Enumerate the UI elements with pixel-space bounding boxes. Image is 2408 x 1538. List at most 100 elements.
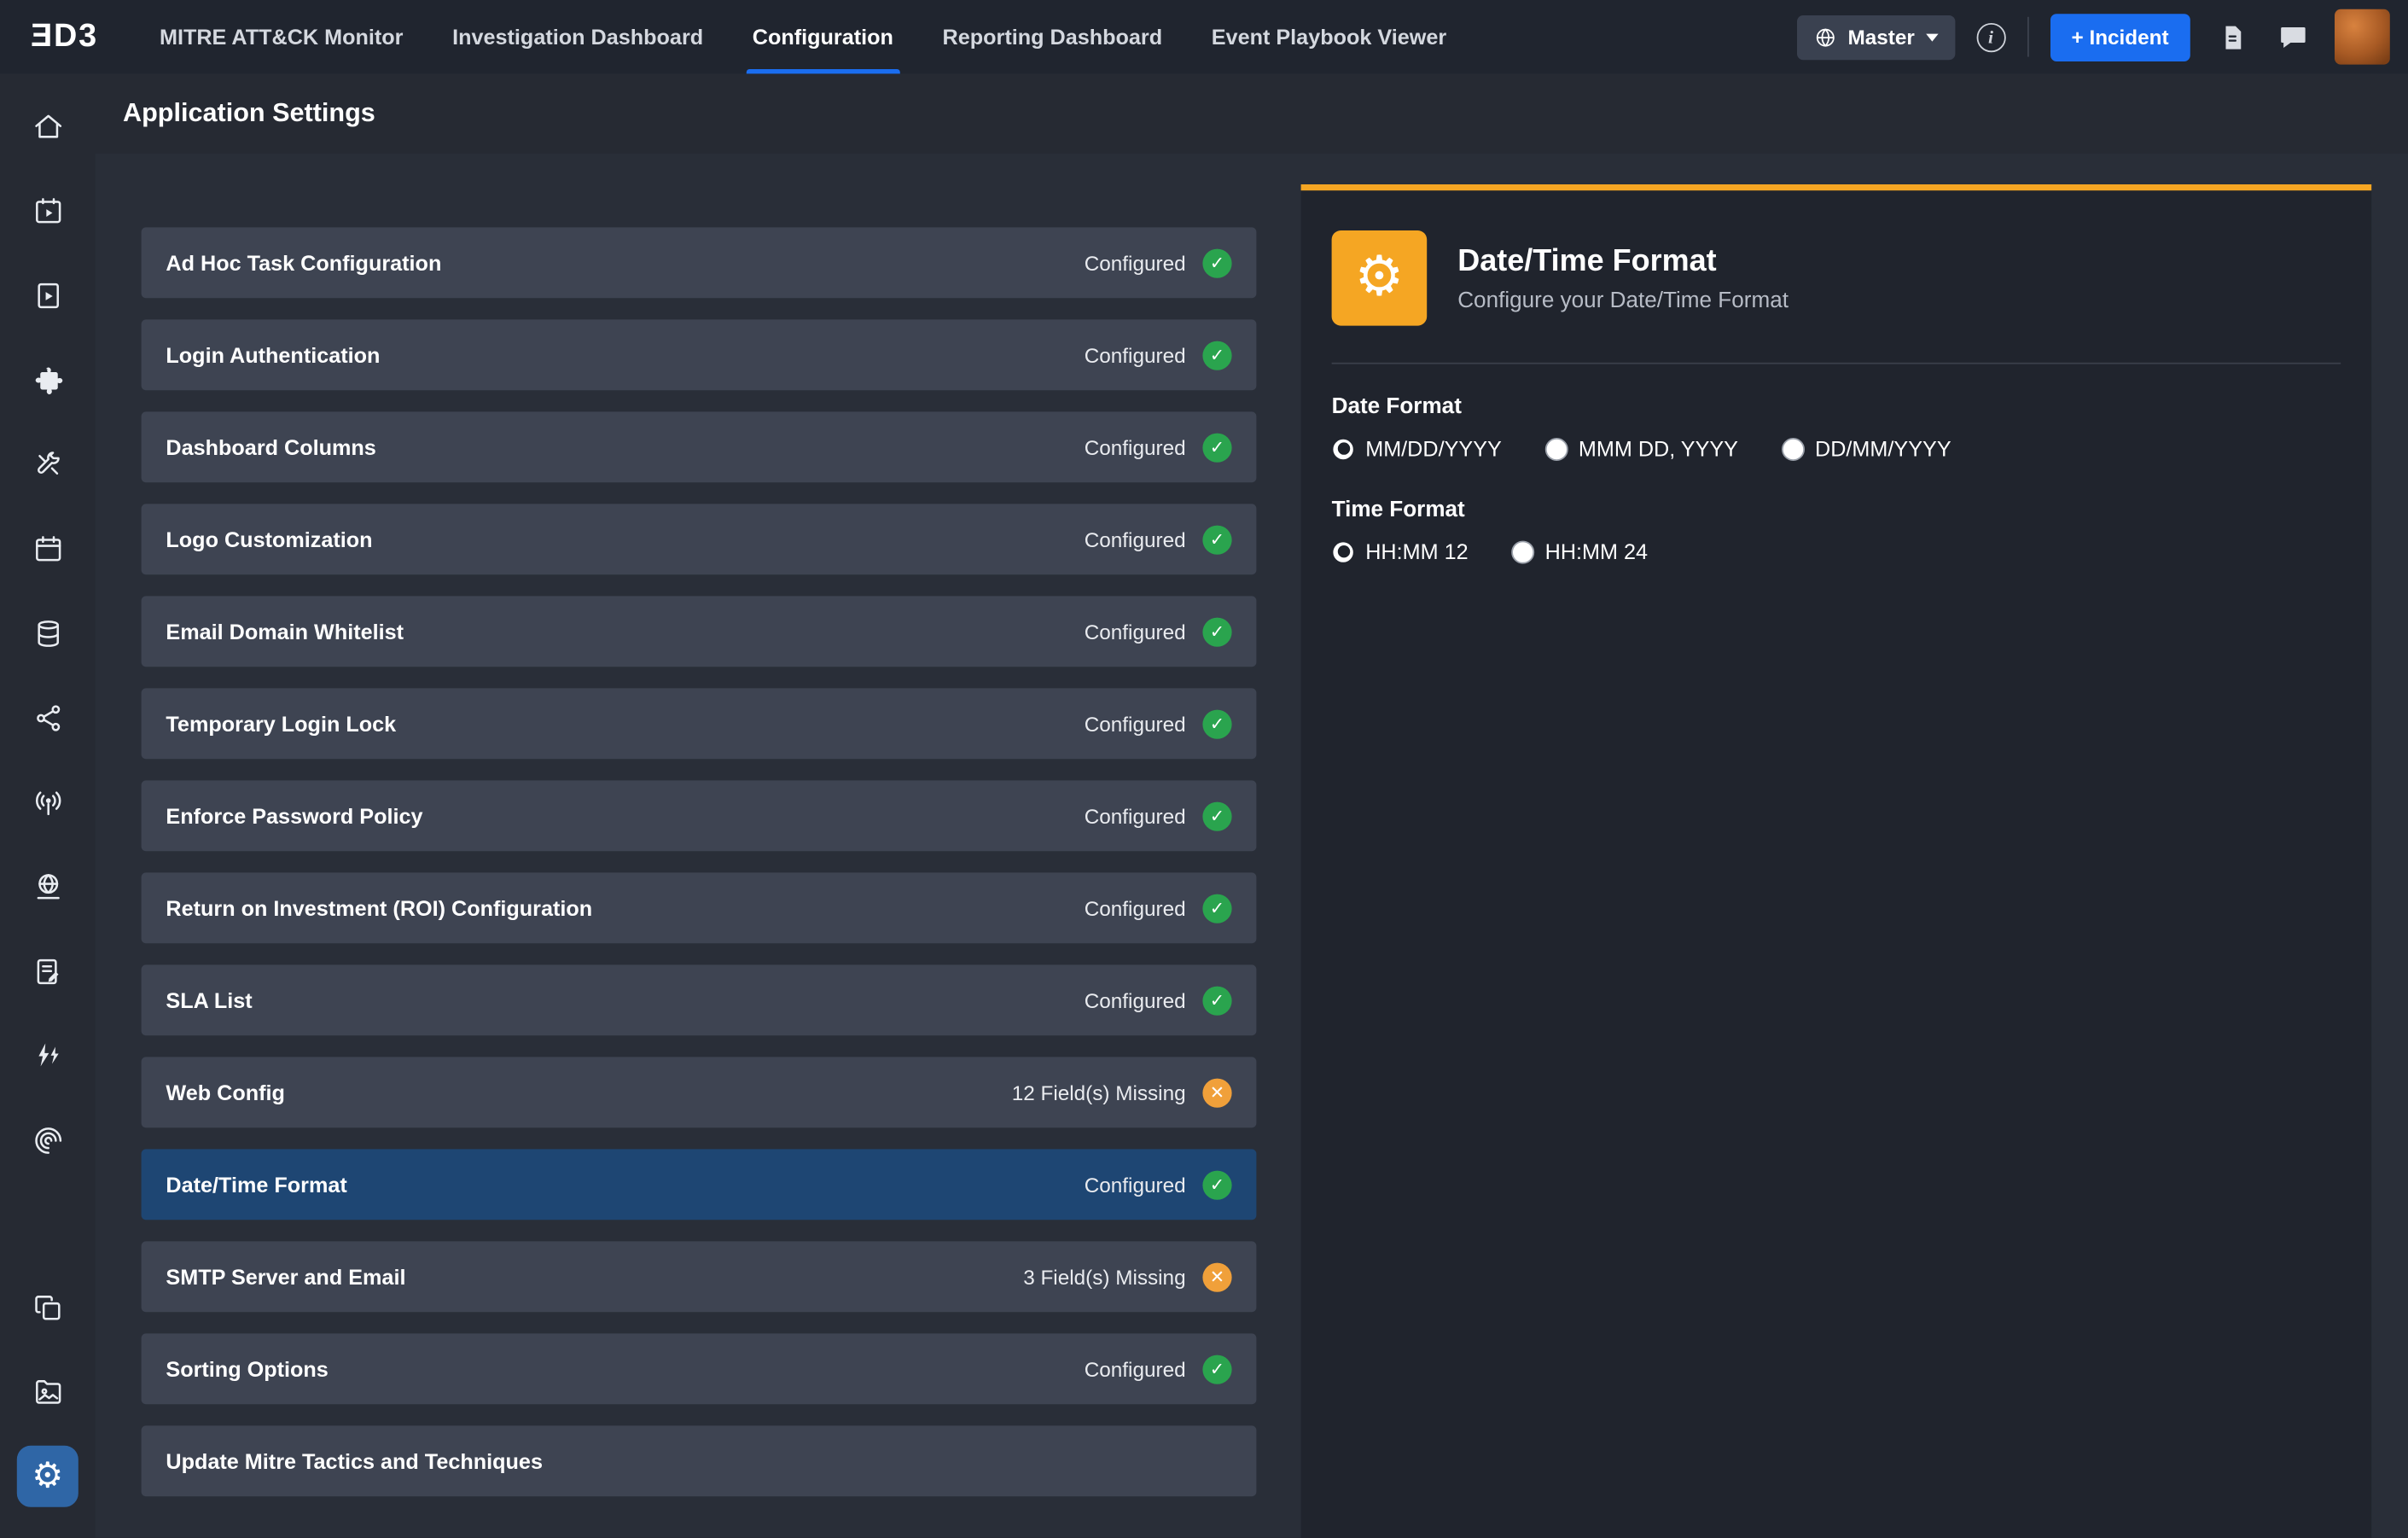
setting-status: Configured [1085, 709, 1232, 738]
settings-item-login-authentication[interactable]: Login Authentication Configured [142, 319, 1257, 390]
master-label: Master [1848, 26, 1915, 49]
app-window: ƎD3 MITRE ATT&CK Monitor Investigation D… [0, 0, 2408, 1538]
setting-status: Configured [1085, 1170, 1232, 1199]
status-configured-icon [1202, 525, 1231, 554]
icon-sidebar [0, 73, 96, 1537]
status-configured-icon [1202, 248, 1231, 277]
setting-label: SMTP Server and Email [166, 1264, 405, 1289]
radio-hh-mm-24[interactable]: HH:MM 24 [1511, 539, 1648, 564]
settings-item-temporary-login-lock[interactable]: Temporary Login Lock Configured [142, 688, 1257, 759]
radio-mmm-dd-yyyy[interactable]: MMM DD, YYYY [1544, 436, 1738, 461]
chevron-down-icon [1925, 33, 1937, 41]
settings-gear-icon[interactable] [17, 1446, 79, 1507]
nav-configuration[interactable]: Configuration [728, 0, 918, 73]
utility-tools-icon[interactable] [17, 434, 79, 495]
top-navigation-bar: ƎD3 MITRE ATT&CK Monitor Investigation D… [0, 0, 2408, 73]
master-selector[interactable]: Master [1797, 15, 1955, 59]
image-folder-icon[interactable] [17, 1361, 79, 1423]
setting-label: Login Authentication [166, 342, 380, 367]
calendar-icon[interactable] [17, 518, 79, 580]
avatar[interactable] [2335, 9, 2390, 65]
time-format-label: Time Format [1332, 498, 2341, 522]
setting-status: Configured [1085, 986, 1232, 1015]
radio-selected-icon [1332, 437, 1355, 460]
page-title: Application Settings [96, 73, 2408, 154]
d3-logo: ƎD3 [31, 19, 98, 55]
nav-investigation-dashboard[interactable]: Investigation Dashboard [428, 0, 728, 73]
setting-label: Date/Time Format [166, 1172, 346, 1197]
setting-status: Configured [1085, 433, 1232, 462]
database-icon[interactable] [17, 603, 79, 664]
setting-status: Configured [1085, 341, 1232, 370]
document-icon[interactable] [2212, 17, 2252, 57]
settings-item-web-config[interactable]: Web Config 12 Field(s) Missing [142, 1057, 1257, 1127]
monitor-calendar-icon[interactable] [17, 180, 79, 242]
settings-item-enforce-password-policy[interactable]: Enforce Password Policy Configured [142, 780, 1257, 851]
status-configured-icon [1202, 801, 1231, 830]
radio-selected-icon [1332, 540, 1355, 563]
time-format-group: Time Format HH:MM 12 HH:MM 24 [1332, 498, 2341, 563]
nav-reporting-dashboard[interactable]: Reporting Dashboard [918, 0, 1187, 73]
settings-item-email-domain-whitelist[interactable]: Email Domain Whitelist Configured [142, 596, 1257, 667]
radio-unselected-icon [1544, 437, 1568, 460]
settings-item-roi-configuration[interactable]: Return on Investment (ROI) Configuration… [142, 872, 1257, 943]
setting-label: Temporary Login Lock [166, 711, 396, 736]
web-globe-icon[interactable] [17, 856, 79, 918]
video-report-icon[interactable] [17, 265, 79, 326]
status-configured-icon [1202, 617, 1231, 646]
setting-label: Web Config [166, 1080, 285, 1104]
setting-status: Configured [1085, 894, 1232, 923]
setting-label: Enforce Password Policy [166, 803, 422, 828]
setting-label: Email Domain Whitelist [166, 619, 404, 644]
setting-status: Configured [1085, 801, 1232, 830]
copy-icon[interactable] [17, 1277, 79, 1338]
setting-status: Configured [1085, 248, 1232, 277]
setting-status: Configured [1085, 1354, 1232, 1384]
setting-status: Configured [1085, 525, 1232, 554]
status-configured-icon [1202, 986, 1231, 1015]
nav-event-playbook-viewer[interactable]: Event Playbook Viewer [1187, 0, 1471, 73]
settings-item-date-time-format[interactable]: Date/Time Format Configured [142, 1149, 1257, 1220]
time-format-options: HH:MM 12 HH:MM 24 [1332, 539, 2341, 564]
nav-mitre-attack-monitor[interactable]: MITRE ATT&CK Monitor [135, 0, 428, 73]
info-icon[interactable] [1976, 22, 2005, 51]
gear-icon [1332, 230, 1428, 326]
fingerprint-icon[interactable] [17, 1110, 79, 1171]
settings-item-dashboard-columns[interactable]: Dashboard Columns Configured [142, 411, 1257, 482]
home-icon[interactable] [17, 96, 79, 157]
broadcast-icon[interactable] [17, 772, 79, 833]
content-area: Application Settings Ad Hoc Task Configu… [96, 73, 2408, 1537]
new-incident-button[interactable]: + Incident [2050, 13, 2190, 61]
setting-label: SLA List [166, 987, 252, 1012]
panel-heading-text: Date/Time Format Configure your Date/Tim… [1457, 243, 1789, 312]
topbar-actions: Master + Incident [1797, 9, 2390, 65]
automation-bolt-icon[interactable] [17, 1025, 79, 1087]
setting-label: Ad Hoc Task Configuration [166, 250, 441, 275]
settings-item-ad-hoc-task-configuration[interactable]: Ad Hoc Task Configuration Configured [142, 227, 1257, 298]
settings-item-logo-customization[interactable]: Logo Customization Configured [142, 504, 1257, 574]
radio-hh-mm-12[interactable]: HH:MM 12 [1332, 539, 1469, 564]
settings-item-sorting-options[interactable]: Sorting Options Configured [142, 1333, 1257, 1404]
settings-item-sla-list[interactable]: SLA List Configured [142, 964, 1257, 1035]
date-format-options: MM/DD/YYYY MMM DD, YYYY DD/MM/YYYY [1332, 436, 2341, 461]
date-time-format-panel: Date/Time Format Configure your Date/Tim… [1301, 184, 2372, 1538]
globe-icon [1814, 26, 1837, 49]
status-configured-icon [1202, 894, 1231, 923]
setting-label: Return on Investment (ROI) Configuration [166, 895, 592, 920]
chat-icon[interactable] [2273, 17, 2313, 57]
setting-status: 12 Field(s) Missing [1012, 1078, 1232, 1107]
form-edit-icon[interactable] [17, 941, 79, 1002]
radio-dd-mm-yyyy[interactable]: DD/MM/YYYY [1781, 436, 1951, 461]
panel-header: Date/Time Format Configure your Date/Tim… [1301, 190, 2372, 363]
settings-item-smtp-server-and-email[interactable]: SMTP Server and Email 3 Field(s) Missing [142, 1241, 1257, 1312]
integrations-puzzle-icon[interactable] [17, 349, 79, 411]
radio-mm-dd-yyyy[interactable]: MM/DD/YYYY [1332, 436, 1502, 461]
status-configured-icon [1202, 709, 1231, 738]
radio-unselected-icon [1511, 540, 1534, 563]
status-configured-icon [1202, 341, 1231, 370]
main-panel: Ad Hoc Task Configuration Configured Log… [96, 154, 2408, 1538]
status-configured-icon [1202, 1354, 1231, 1384]
settings-item-update-mitre-tactics[interactable]: Update Mitre Tactics and Techniques [142, 1425, 1257, 1496]
share-nodes-icon[interactable] [17, 687, 79, 749]
status-missing-icon [1202, 1078, 1231, 1107]
